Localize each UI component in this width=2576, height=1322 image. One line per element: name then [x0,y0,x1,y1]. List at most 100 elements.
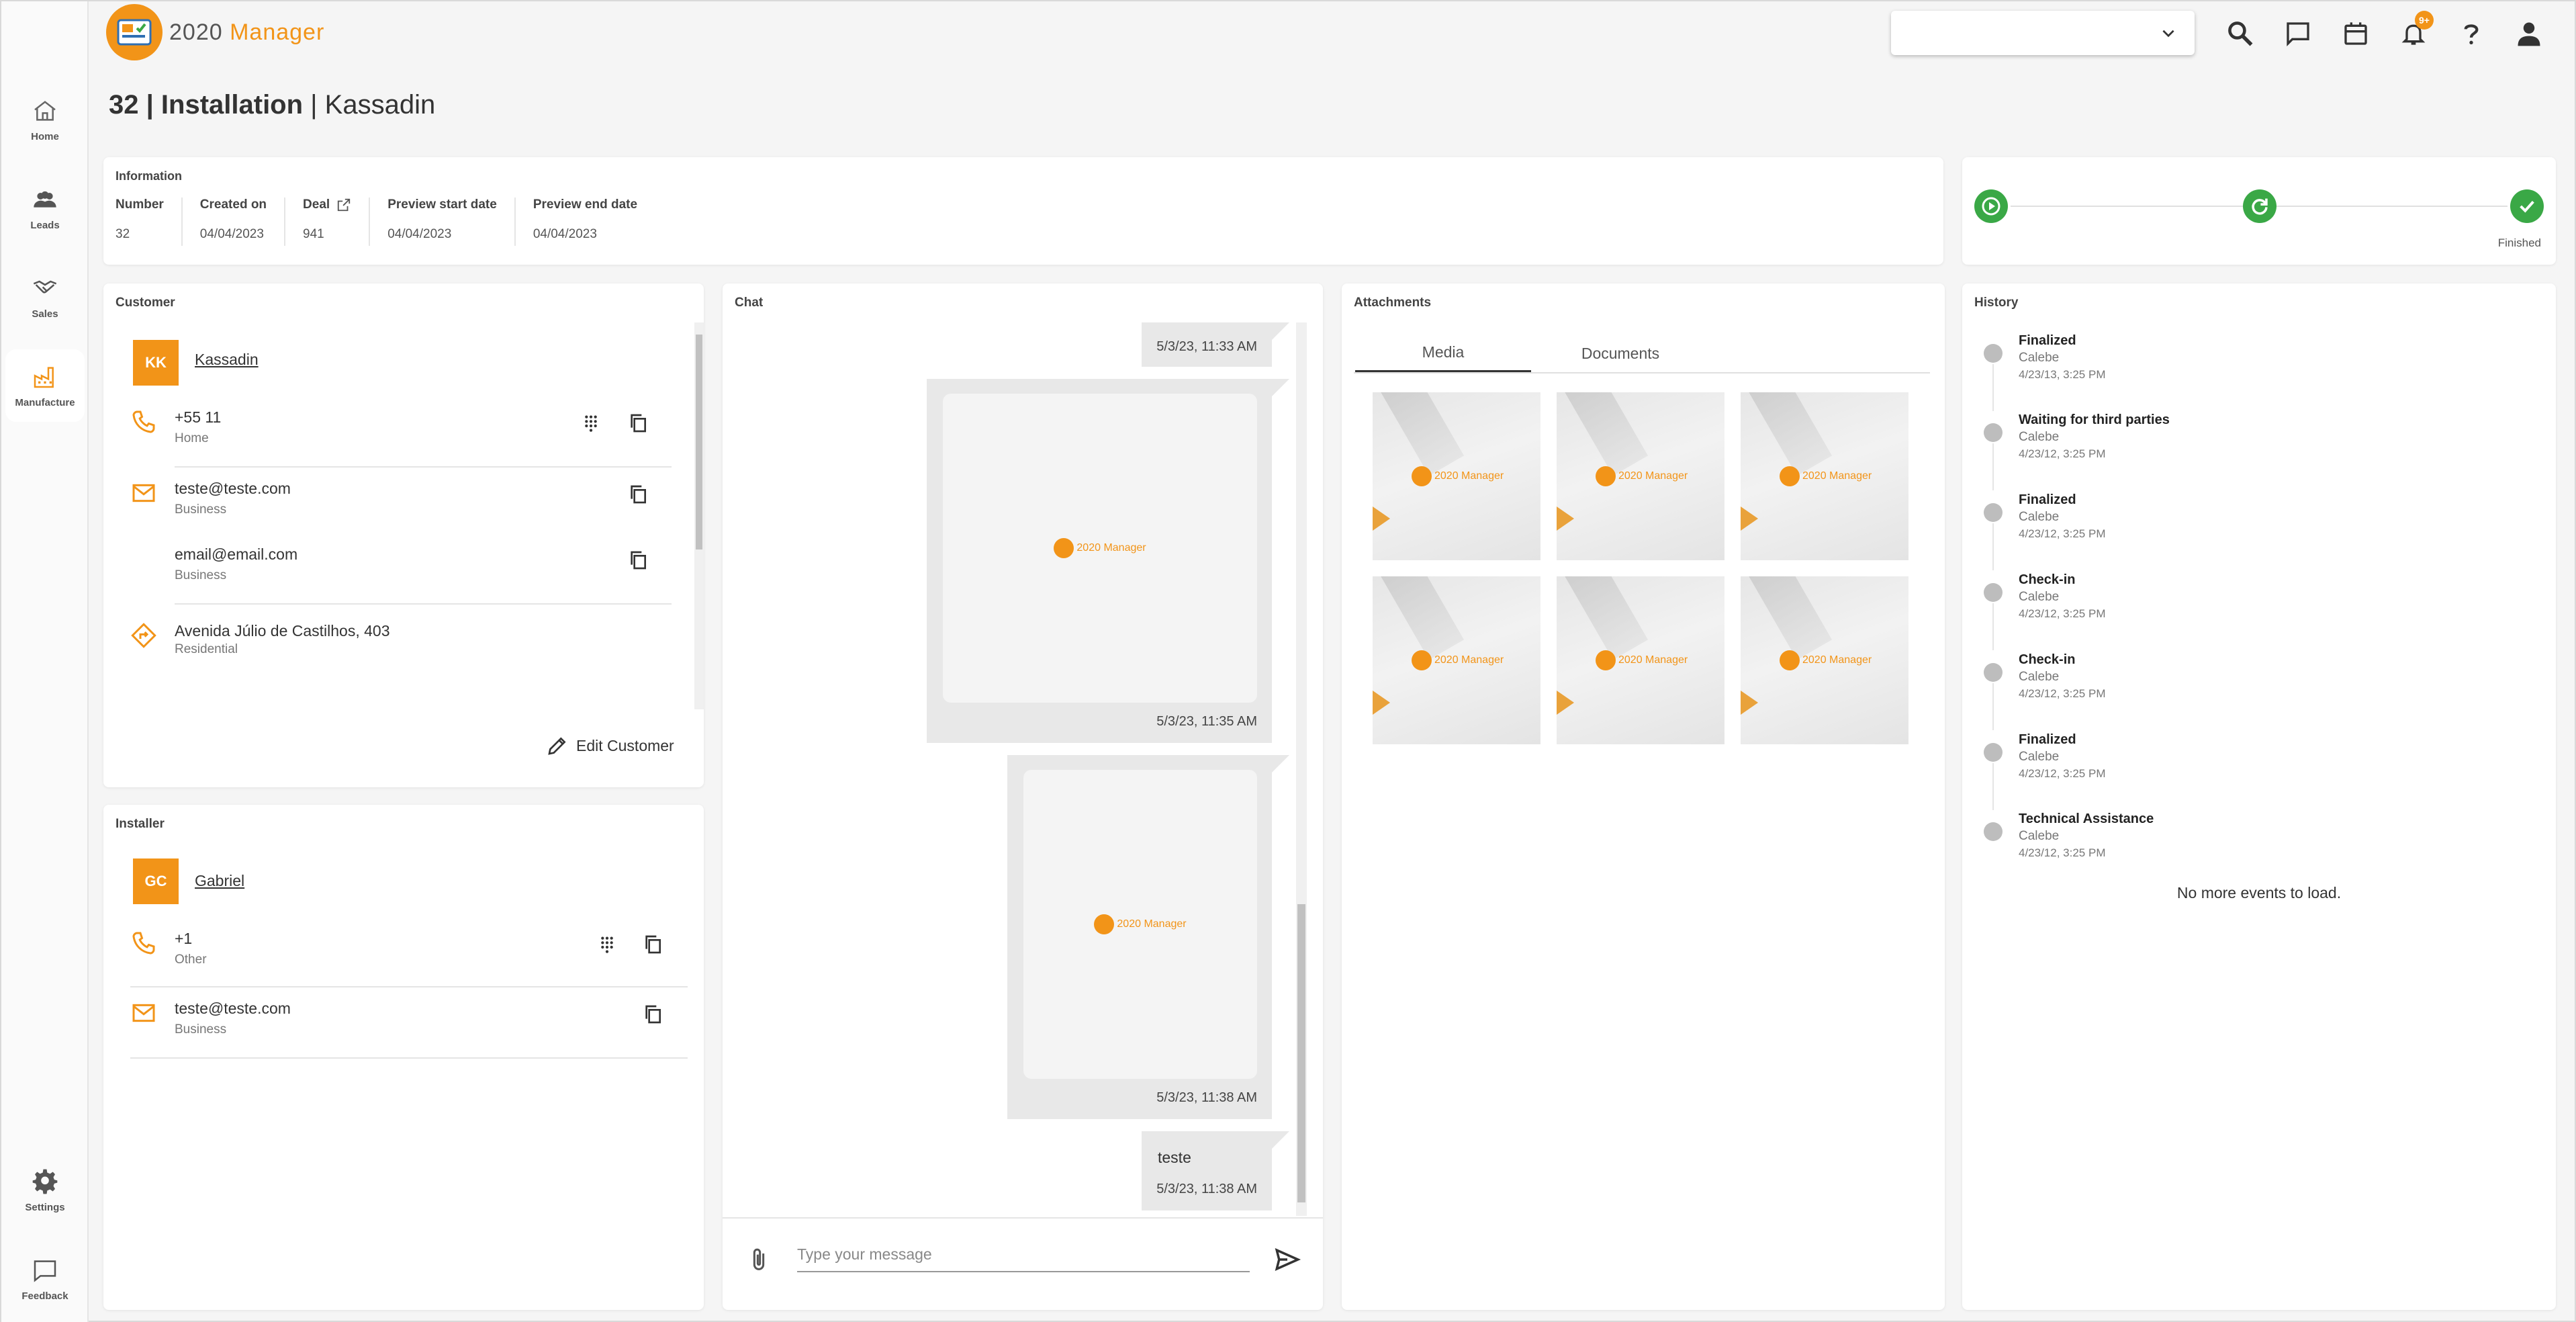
customer-email-type: Business [175,502,227,517]
scroll-thumb[interactable] [1297,904,1305,1202]
bubble-tail [1272,322,1289,340]
info-value: 04/04/2023 [387,227,452,241]
info-label: Preview start date [387,197,497,212]
email-icon [132,1004,155,1022]
info-preview-end: Preview end date 04/04/2023 [533,197,655,246]
handshake-icon [33,280,57,294]
customer-phone-row: +55 11 Home [130,408,694,476]
people-icon [34,191,56,208]
help-button[interactable] [2455,17,2487,50]
event-user: Calebe [2019,750,2060,764]
sidebar-item-settings[interactable]: Settings [5,1154,85,1227]
timeline-dot [1984,822,2003,841]
timeline-line [1992,603,1994,650]
event-user: Calebe [2019,590,2060,604]
chat-image-message[interactable]: 2020 Manager 5/3/23, 11:35 AM [927,379,1272,743]
logo-text: 2020 [169,19,223,45]
divider [723,1217,1323,1219]
media-thumbnail[interactable]: 2020 Manager [1557,392,1724,560]
customer-address: Avenida Júlio de Castilhos, 403 [175,622,390,640]
event-date: 4/23/12, 3:25 PM [2019,447,2106,460]
customer-email-row: email@email.com Business [130,545,694,606]
installer-phone-type: Other [175,953,207,967]
sidebar-item-leads[interactable]: Leads [5,172,85,245]
external-link-icon[interactable] [336,197,351,212]
tab-media[interactable]: Media [1355,335,1531,372]
thumb-logo: 2020 Manager [1618,470,1688,482]
media-thumbnail[interactable]: 2020 Manager [1557,576,1724,744]
event-title: Check-in [2019,652,2076,667]
media-thumbnail[interactable]: 2020 Manager [1741,576,1908,744]
chat-message-input[interactable]: Type your message [797,1243,1250,1272]
dialpad-icon[interactable] [580,412,602,434]
app-logo[interactable]: 2020 Manager [106,4,324,60]
sidebar-item-feedback[interactable]: Feedback [5,1243,85,1315]
scroll-thumb[interactable] [696,335,702,549]
customer-address-type: Residential [175,642,238,656]
timeline-line [1992,763,1994,810]
notifications-button[interactable]: 9+ [2397,11,2434,50]
tab-documents[interactable]: Documents [1532,335,1708,372]
project-selector[interactable] [1891,11,2195,55]
copy-icon[interactable] [642,934,663,955]
customer-email: email@email.com [175,545,298,563]
send-icon[interactable] [1273,1245,1301,1274]
installer-name-link[interactable]: Gabriel [195,872,244,890]
event-user: Calebe [2019,829,2060,843]
chat-scrollbar[interactable] [1296,322,1307,1216]
bubble-tail [1272,379,1289,396]
event-date: 4/23/13, 3:25 PM [2019,368,2106,381]
attachments-card: Attachments Media Documents 2020 Manager… [1342,283,1945,1310]
timeline-line [1992,523,1994,570]
chat-image[interactable]: 2020 Manager [943,394,1257,703]
avatar: GC [133,858,179,904]
customer-scrollbar[interactable] [694,322,704,709]
customer-address-row: Avenida Júlio de Castilhos, 403 Resident… [130,622,694,669]
sidebar-item-manufacture[interactable]: Manufacture [5,349,85,422]
media-thumbnail[interactable]: 2020 Manager [1373,576,1540,744]
copy-icon[interactable] [627,412,649,434]
copy-icon[interactable] [627,484,649,505]
sidebar-item-sales[interactable]: Sales [5,261,85,333]
image-logo: 2020 Manager [1094,914,1187,934]
event-date: 4/23/12, 3:25 PM [2019,687,2106,700]
account-button[interactable] [2513,17,2545,50]
timeline-line [1992,364,1994,411]
copy-icon[interactable] [627,549,649,571]
info-preview-start: Preview start date 04/04/2023 [387,197,516,246]
paperclip-icon[interactable] [745,1247,772,1274]
divider [130,1057,688,1059]
info-value: 04/04/2023 [199,227,264,241]
sidebar-item-home[interactable]: Home [5,83,85,156]
factory-icon [34,366,54,388]
customer-name-link[interactable]: Kassadin [195,351,259,369]
chat-image[interactable]: 2020 Manager [1023,770,1257,1079]
pencil-icon [548,737,566,755]
timeline-dot [1984,344,2003,363]
edit-customer-button[interactable]: Edit Customer [547,735,674,756]
copy-icon[interactable] [642,1004,663,1025]
divider [130,986,688,987]
event-date: 4/23/12, 3:25 PM [2019,846,2106,859]
bubble-tail [1272,1131,1289,1149]
search-button[interactable] [2224,17,2256,50]
info-deal: Deal 941 [303,197,371,246]
play-circle-icon [1982,197,2000,216]
topbar: 2020 Manager 9+ [89,1,2575,66]
event-title: Finalized [2019,732,2076,747]
dialpad-icon[interactable] [596,934,618,955]
progress-step-finished [2510,189,2544,223]
event-date: 4/23/12, 3:25 PM [2019,527,2106,540]
gear-icon [32,1169,58,1194]
chat-image-message[interactable]: 2020 Manager 5/3/23, 11:38 AM [1007,755,1272,1119]
thumb-logo: 2020 Manager [1434,654,1504,666]
media-thumbnail[interactable]: 2020 Manager [1741,392,1908,560]
customer-email-row: teste@teste.com Business [130,480,694,540]
page-title-name: | Kassadin [303,90,436,120]
media-thumbnail[interactable]: 2020 Manager [1373,392,1540,560]
message-timestamp: 5/3/23, 11:35 AM [1156,714,1257,729]
chat-button[interactable] [2282,17,2314,50]
calendar-button[interactable] [2340,17,2372,50]
progress-step-start [1974,189,2008,223]
refresh-icon [2252,198,2268,215]
